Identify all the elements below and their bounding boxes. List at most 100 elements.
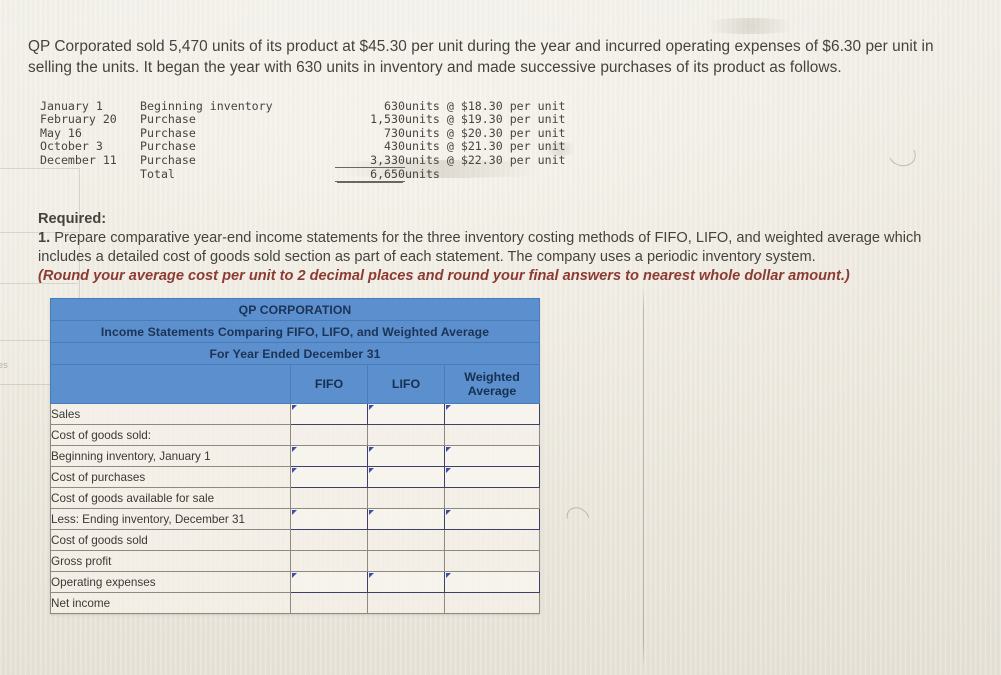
purchase-units: 430 bbox=[384, 139, 405, 154]
cell-cost-of-purchases-fifo[interactable] bbox=[290, 466, 368, 488]
cell-gross-profit-weighted-average bbox=[444, 550, 540, 572]
pencil-mark bbox=[562, 502, 594, 534]
purchase-unit-cost: units @ $18.30 per unit bbox=[405, 99, 566, 113]
purchase-row: February 20 Purchase 1,530 units @ $19.3… bbox=[40, 112, 566, 127]
cell-cogs-header-fifo bbox=[290, 424, 368, 446]
purchase-date: February 20 bbox=[40, 112, 117, 127]
table-row: Cost of goods sold bbox=[50, 529, 540, 551]
table-row: Net income bbox=[50, 592, 540, 614]
cell-cogs-header-lifo bbox=[367, 424, 445, 446]
cell-cost-of-purchases-lifo[interactable] bbox=[367, 466, 445, 488]
cell-ending-inventory-weighted-average[interactable] bbox=[444, 508, 540, 530]
cell-cogs-total-lifo bbox=[367, 529, 445, 551]
worksheet-page: es QP Corporated sold 5,470 units of its… bbox=[0, 0, 1001, 675]
purchases-listing: January 1 Beginning inventory 630 units … bbox=[40, 99, 566, 183]
row-label-gross-profit: Gross profit bbox=[50, 550, 291, 572]
cell-ending-inventory-lifo[interactable] bbox=[367, 508, 445, 530]
table-row: Cost of goods available for sale bbox=[50, 487, 540, 509]
answer-table-title-row: QP CORPORATION bbox=[50, 298, 540, 321]
cell-operating-expenses-weighted-average[interactable] bbox=[444, 571, 540, 593]
purchase-date: October 3 bbox=[40, 139, 103, 154]
cell-net-income-lifo bbox=[367, 592, 445, 614]
cell-beginning-inventory-weighted-average[interactable] bbox=[444, 445, 540, 467]
answer-table-title-row: For Year Ended December 31 bbox=[50, 342, 540, 365]
cell-net-income-fifo bbox=[290, 592, 368, 614]
statement-period: For Year Ended December 31 bbox=[50, 342, 540, 365]
cell-gross-profit-fifo bbox=[290, 550, 368, 572]
row-label-goods-available-for-sale: Cost of goods available for sale bbox=[50, 487, 291, 509]
column-header-weighted-average: Weighted Average bbox=[444, 364, 540, 404]
required-item-number: 1. bbox=[38, 230, 51, 246]
purchase-units: 1,530 bbox=[370, 112, 405, 127]
purchase-unit-cost: units @ $21.30 per unit bbox=[405, 139, 566, 154]
purchase-unit-cost: units @ $19.30 per unit bbox=[405, 112, 566, 127]
cell-net-income-weighted-average bbox=[444, 592, 540, 614]
row-label-operating-expenses: Operating expenses bbox=[50, 571, 291, 593]
cell-gross-profit-lifo bbox=[367, 550, 445, 572]
required-heading: Required: bbox=[38, 211, 107, 227]
row-label-beginning-inventory: Beginning inventory, January 1 bbox=[50, 445, 291, 467]
cell-sales-lifo[interactable] bbox=[367, 403, 445, 425]
cell-beginning-inventory-lifo[interactable] bbox=[367, 445, 445, 467]
purchase-total-label: Total bbox=[140, 166, 175, 181]
purchase-unit-cost: units @ $20.30 per unit bbox=[405, 125, 566, 140]
purchase-date: May 16 bbox=[40, 125, 82, 140]
page-fold-line bbox=[643, 288, 644, 666]
purchase-total-row: Total 6,650 units bbox=[40, 166, 566, 183]
table-row: Cost of purchases bbox=[50, 466, 540, 488]
purchase-units: 730 bbox=[384, 125, 405, 140]
answer-table-column-header-row: FIFO LIFO Weighted Average bbox=[50, 364, 540, 404]
table-row: Cost of goods sold: bbox=[50, 424, 540, 446]
row-label-net-income: Net income bbox=[50, 592, 291, 614]
purchase-date: December 11 bbox=[40, 152, 117, 167]
purchase-row: May 16 Purchase 730 units @ $20.30 per u… bbox=[40, 125, 566, 140]
row-label-cost-of-goods-sold-total: Cost of goods sold bbox=[50, 529, 291, 551]
purchase-total-unit-word: units bbox=[405, 166, 440, 181]
answer-table-title-row: Income Statements Comparing FIFO, LIFO, … bbox=[50, 320, 540, 343]
purchase-row: December 11 Purchase 3,330 units @ $22.3… bbox=[40, 152, 566, 169]
cell-cogs-total-fifo bbox=[290, 529, 368, 551]
purchase-row: January 1 Beginning inventory 630 units … bbox=[40, 99, 566, 113]
background-ghost-text: es bbox=[0, 360, 8, 370]
cell-sales-weighted-average[interactable] bbox=[444, 403, 540, 425]
cell-beginning-inventory-fifo[interactable] bbox=[290, 445, 368, 467]
purchase-description: Beginning inventory bbox=[140, 99, 273, 113]
table-row: Sales bbox=[50, 403, 540, 425]
purchase-description: Purchase bbox=[140, 125, 196, 140]
pencil-mark bbox=[884, 137, 920, 171]
column-header-lifo: LIFO bbox=[367, 364, 445, 404]
purchase-unit-cost: units @ $22.30 per unit bbox=[405, 152, 566, 167]
purchase-units: 3,330 bbox=[335, 153, 405, 169]
cell-ending-inventory-fifo[interactable] bbox=[290, 508, 368, 530]
purchase-description: Purchase bbox=[140, 139, 196, 154]
row-label-sales: Sales bbox=[50, 403, 291, 425]
cell-cogs-total-weighted-average bbox=[444, 529, 540, 551]
page-smudge bbox=[690, 18, 810, 34]
cell-sales-fifo[interactable] bbox=[290, 403, 368, 425]
company-name: QP CORPORATION bbox=[50, 298, 540, 321]
table-row: Less: Ending inventory, December 31 bbox=[50, 508, 540, 530]
table-row: Operating expenses bbox=[50, 571, 540, 593]
purchase-date: January 1 bbox=[40, 99, 103, 113]
required-section: Required: 1. Prepare comparative year-en… bbox=[38, 210, 938, 286]
purchase-description: Purchase bbox=[140, 112, 196, 127]
table-row: Gross profit bbox=[50, 550, 540, 572]
column-header-blank bbox=[50, 364, 291, 404]
row-label-cost-of-goods-sold-header: Cost of goods sold: bbox=[50, 424, 291, 446]
purchase-description: Purchase bbox=[140, 152, 196, 167]
required-item-body: Prepare comparative year-end income stat… bbox=[38, 230, 922, 265]
cell-operating-expenses-fifo[interactable] bbox=[290, 571, 368, 593]
income-statement-answer-table: QP CORPORATION Income Statements Compari… bbox=[50, 298, 540, 614]
cell-goods-available-weighted-average bbox=[444, 487, 540, 509]
row-label-cost-of-purchases: Cost of purchases bbox=[50, 466, 291, 488]
cell-cogs-header-weighted-average bbox=[444, 424, 540, 446]
table-row: Beginning inventory, January 1 bbox=[50, 445, 540, 467]
purchase-units: 630 bbox=[384, 99, 405, 113]
cell-operating-expenses-lifo[interactable] bbox=[367, 571, 445, 593]
row-label-less-ending-inventory: Less: Ending inventory, December 31 bbox=[50, 508, 291, 530]
rounding-note: (Round your average cost per unit to 2 d… bbox=[38, 268, 850, 284]
cell-goods-available-lifo bbox=[367, 487, 445, 509]
purchase-row: October 3 Purchase 430 units @ $21.30 pe… bbox=[40, 139, 566, 154]
cell-cost-of-purchases-weighted-average[interactable] bbox=[444, 466, 540, 488]
required-item-1: 1. Prepare comparative year-end income s… bbox=[38, 229, 938, 267]
